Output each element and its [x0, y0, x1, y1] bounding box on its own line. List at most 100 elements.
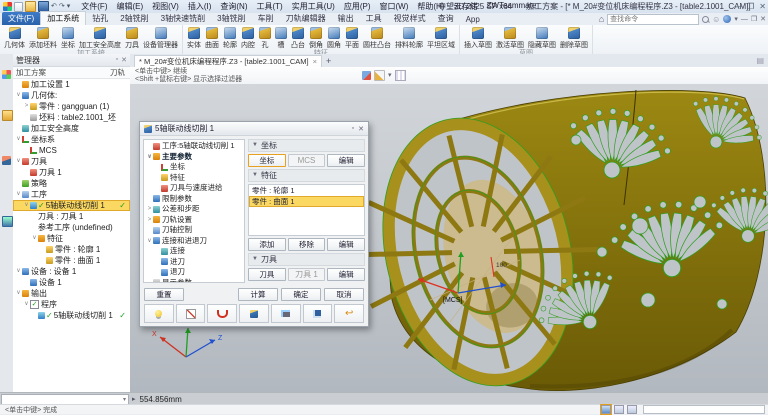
plan-tree-row-10[interactable]: 策略 — [13, 178, 130, 189]
plan-tree-row-7[interactable]: MCS — [13, 145, 130, 156]
plan-tree-row-17[interactable]: 零件 : 曲面 1 — [13, 255, 130, 266]
feedback-icon[interactable]: ☺ — [712, 15, 720, 24]
dialog-tree-item-7[interactable]: >公差和步距 — [144, 204, 244, 215]
plan-tree-row-16[interactable]: 零件 : 轮廓 1 — [13, 244, 130, 255]
plan-tree-row-9[interactable]: 刀具 1 — [13, 167, 130, 178]
feature-list-item-2[interactable]: 零件 : 曲面 1 — [249, 196, 364, 207]
ribbon-button-g2-13[interactable]: 平坦区域 — [425, 26, 457, 50]
plan-tree-row-20[interactable]: ∨输出 — [13, 288, 130, 299]
feature-action-button-2[interactable]: 移除 — [288, 238, 326, 251]
feature-list-item-1[interactable]: 零件 : 轮廓 1 — [249, 185, 364, 196]
ribbon-button-g2-3[interactable]: 轮廓 — [221, 26, 239, 50]
plan-tree-row-6[interactable]: ∨坐标系 — [13, 134, 130, 145]
dialog-tree-item-8[interactable]: >刀轨设置 — [144, 215, 244, 226]
feature-list[interactable]: 零件 : 轮廓 1零件 : 曲面 1 — [248, 184, 365, 236]
plan-tree-row-15[interactable]: ∨特征 — [13, 233, 130, 244]
dialog-tree-item-6[interactable]: 限制参数 — [144, 194, 244, 205]
ribbon-button-g2-11[interactable]: 圆柱凸台 — [361, 26, 393, 50]
plan-tree-row-5[interactable]: 加工安全高度 — [13, 123, 130, 134]
doc-minimize-button[interactable]: — — [741, 16, 748, 23]
ribbon-button-g3-2[interactable]: 激活草图 — [494, 26, 526, 50]
ribbon-button-g1-2[interactable]: 添加坯料 — [27, 26, 59, 50]
plan-tree-row-12[interactable]: ∨✓5轴联动线切削 1✓ — [13, 200, 130, 211]
dialog-tree-item-11[interactable]: 连接 — [144, 246, 244, 257]
role-panel-icon[interactable] — [2, 216, 13, 227]
coord-button[interactable]: 坐标 — [248, 154, 286, 167]
panel-close-icon[interactable]: ✕ — [121, 56, 127, 64]
minimize-button[interactable]: — — [734, 2, 742, 11]
ribbon-tab-13[interactable]: App — [460, 14, 486, 25]
dialog-footer-button-4[interactable]: 取消 — [324, 288, 364, 301]
plan-tree-row-18[interactable]: ∨设备 : 设备 1 — [13, 266, 130, 277]
dialog-tree-item-14[interactable]: 显示参数 — [144, 278, 244, 284]
document-tab[interactable]: * M_20#变位机床编程程序.Z3 - [table2.1001_CAM] × — [134, 55, 322, 67]
plan-tree-row-1[interactable]: 加工设置 1 — [13, 79, 130, 90]
dialog-tree-item-2[interactable]: ∨主要参数 — [144, 152, 244, 163]
ribbon-button-g2-2[interactable]: 曲面 — [203, 26, 221, 50]
doc-restore-button[interactable]: ❐ — [751, 15, 757, 23]
ribbon-button-g2-1[interactable]: 实体 — [185, 26, 203, 50]
ribbon-tab-12[interactable]: 查询 — [432, 12, 460, 25]
history-panel-icon[interactable] — [2, 156, 11, 165]
solid-verify-icon[interactable] — [239, 304, 269, 323]
menu-item-2[interactable]: 编辑(E) — [112, 1, 147, 12]
dialog-footer-button-3[interactable]: 确定 — [281, 288, 321, 301]
ribbon-tab-4[interactable]: 2轴铣削 — [114, 12, 154, 25]
manager-panel-icon[interactable] — [2, 70, 11, 79]
tool-button[interactable]: 刀具 — [248, 268, 286, 281]
menu-item-4[interactable]: 插入(I) — [184, 1, 216, 12]
plan-tree-row-4[interactable]: 坯料 : table2.1001_坯料 1 (2) — [13, 112, 130, 123]
menu-item-5[interactable]: 查询(N) — [216, 1, 251, 12]
edit-note-icon[interactable] — [176, 304, 206, 323]
redo-icon[interactable]: ↷ — [59, 2, 65, 11]
dialog-tree-item-13[interactable]: 退刀 — [144, 267, 244, 278]
menu-item-9[interactable]: 窗口(W) — [376, 1, 413, 12]
hint-icon[interactable] — [144, 304, 174, 323]
dialog-tree-item-3[interactable]: 坐标 — [144, 162, 244, 173]
dialog-close-icon[interactable]: ✕ — [358, 125, 364, 133]
ribbon-button-g2-6[interactable]: 槽 — [273, 26, 289, 50]
dialog-footer-button-1[interactable]: 重置 — [144, 288, 184, 301]
selection-filter-combo[interactable]: ▾ — [1, 394, 129, 405]
menu-item-7[interactable]: 实用工具(U) — [288, 1, 339, 12]
ribbon-tab-8[interactable]: 刀轨编辑器 — [280, 12, 332, 25]
command-search-input[interactable] — [607, 14, 699, 25]
cloud-dropdown-icon[interactable]: ▾ — [734, 15, 738, 23]
library-panel-icon[interactable] — [2, 110, 13, 121]
ribbon-button-g2-8[interactable]: 倒角 — [307, 26, 325, 50]
ribbon-button-g2-4[interactable]: 内腔 — [239, 26, 257, 50]
brush-icon[interactable] — [374, 70, 385, 81]
panel-pin-icon[interactable]: ▫ — [116, 56, 118, 64]
dialog-pin-icon[interactable]: ▫ — [352, 125, 354, 133]
ribbon-tab-7[interactable]: 车削 — [252, 12, 280, 25]
undo-icon[interactable]: ↶ — [51, 2, 57, 11]
close-button[interactable]: ✕ — [759, 2, 766, 11]
machine-sim-icon[interactable] — [271, 304, 301, 323]
ribbon-tab-1[interactable]: 文件(F) — [2, 12, 40, 25]
search-icon[interactable] — [702, 16, 709, 23]
ribbon-tab-3[interactable]: 钻孔 — [86, 12, 114, 25]
ribbon-button-g1-3[interactable]: 坐标 — [59, 26, 77, 50]
menu-item-3[interactable]: 视图(V) — [148, 1, 183, 12]
toolpath-icon[interactable] — [207, 304, 237, 323]
ribbon-tab-5[interactable]: 3轴快速铣削 — [155, 12, 211, 25]
ribbon-button-g2-9[interactable]: 圆角 — [325, 26, 343, 50]
ribbon-button-g1-4[interactable]: 加工安全高度 — [77, 26, 123, 50]
exit-input-icon[interactable] — [362, 71, 371, 80]
ribbon-tab-6[interactable]: 3轴铣削 — [211, 12, 251, 25]
dialog-tree-item-4[interactable]: 特征 — [144, 173, 244, 184]
ribbon-button-g2-12[interactable]: 排料轮廓 — [393, 26, 425, 50]
ribbon-button-g1-5[interactable]: 刀具 — [123, 26, 141, 50]
expand-arrow-icon[interactable]: ▸ — [132, 395, 136, 403]
dialog-tree-item-12[interactable]: 进刀 — [144, 257, 244, 268]
plan-tree-row-8[interactable]: ∨刀具 — [13, 156, 130, 167]
ribbon-button-g3-3[interactable]: 隐藏草图 — [526, 26, 558, 50]
ribbon-button-g2-10[interactable]: 平面 — [343, 26, 361, 50]
tool-edit-button[interactable]: 编辑 — [327, 268, 365, 281]
plan-tree-row-14[interactable]: 参考工序 (undefined) — [13, 222, 130, 233]
dialog-tree-item-9[interactable]: 刀轴控制 — [144, 225, 244, 236]
ribbon-button-g3-1[interactable]: 插入草图 — [462, 26, 494, 50]
home-icon[interactable]: ⌂ — [599, 14, 604, 24]
plan-tree-row-3[interactable]: >零件 : gangguan (1) — [13, 101, 130, 112]
dialog-tree-item-5[interactable]: 刀具与速度进给 — [144, 183, 244, 194]
